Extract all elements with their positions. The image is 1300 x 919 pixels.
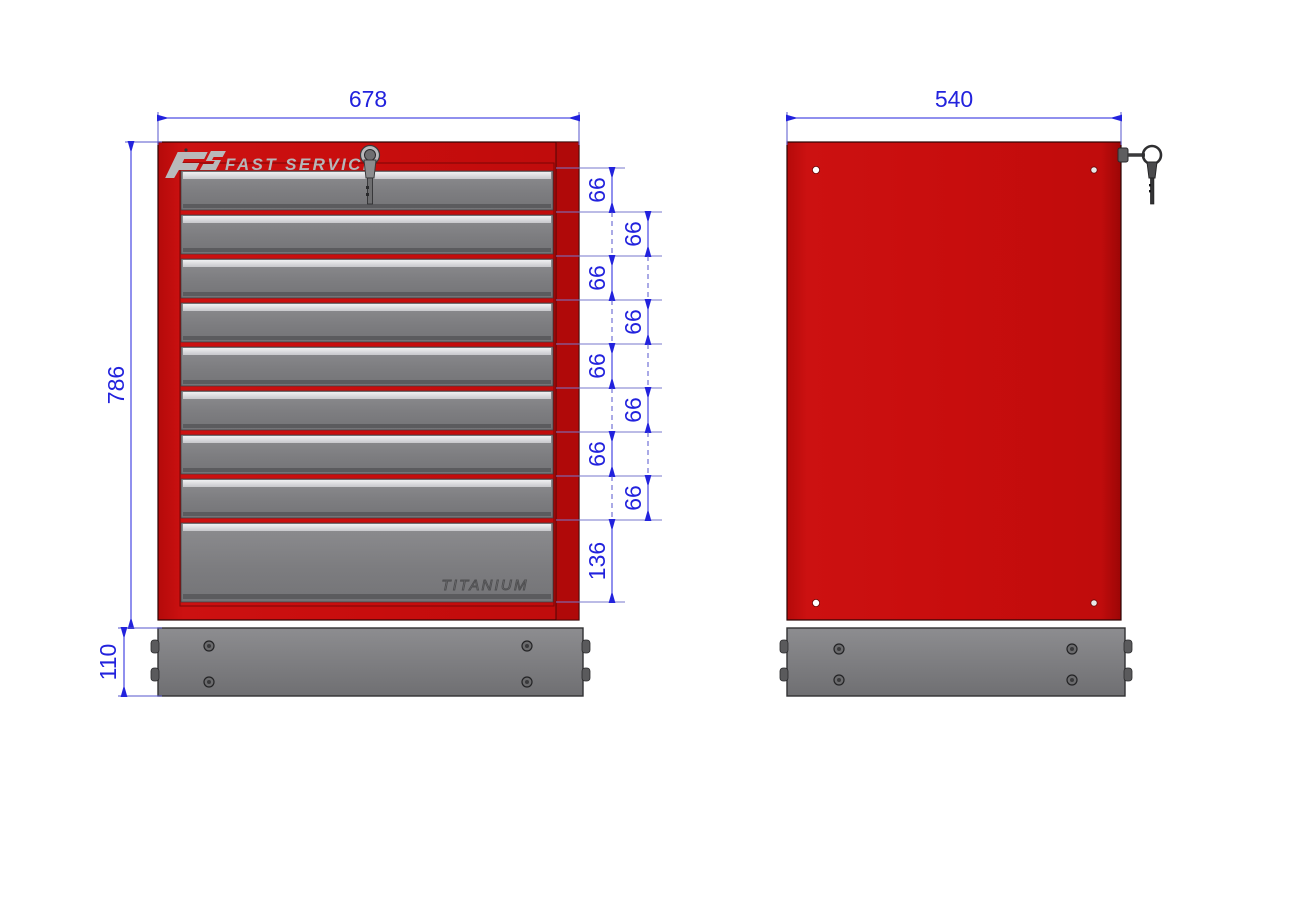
dim-786-label: 786 [103, 366, 129, 404]
drawer-7[interactable] [180, 434, 554, 475]
dim-drawer-outer-1: 66 [620, 221, 646, 247]
dim-678-label: 678 [349, 86, 387, 112]
side-plinth [779, 627, 1133, 697]
dim-110-label: 110 [95, 644, 121, 681]
drawer-3[interactable] [180, 258, 554, 299]
drawer-5[interactable] [180, 346, 554, 387]
front-right-depth-band [555, 141, 580, 621]
brand-text: FAST SERVICE [225, 155, 377, 174]
dim-drawer-outer-3: 66 [620, 397, 646, 423]
dim-drawer-inner-5: 136 [584, 542, 610, 580]
drawer-4[interactable] [180, 302, 554, 343]
drawing-canvas: TITANIUM FAST SERVICE 678 786 110 540 66… [0, 0, 1300, 919]
front-plinth [150, 627, 591, 697]
titanium-label: TITANIUM [441, 577, 528, 594]
dim-drawer-outer-2: 66 [620, 309, 646, 335]
dim-drawer-inner-3: 66 [584, 353, 610, 379]
dim-drawer-outer-4: 66 [620, 485, 646, 511]
front-view: TITANIUM FAST SERVICE [150, 141, 591, 697]
dim-drawer-inner-4: 66 [584, 441, 610, 467]
dim-drawer-inner-1: 66 [584, 177, 610, 203]
dim-drawer-inner-2: 66 [584, 265, 610, 291]
drawer-6[interactable] [180, 390, 554, 431]
side-view [779, 141, 1163, 697]
side-cabinet-body [786, 141, 1122, 621]
drawer-2[interactable] [180, 214, 554, 255]
drawer-8[interactable] [180, 478, 554, 519]
technical-drawing-svg: TITANIUM FAST SERVICE 678 786 110 540 66… [0, 0, 1300, 919]
dim-540-label: 540 [935, 86, 973, 112]
